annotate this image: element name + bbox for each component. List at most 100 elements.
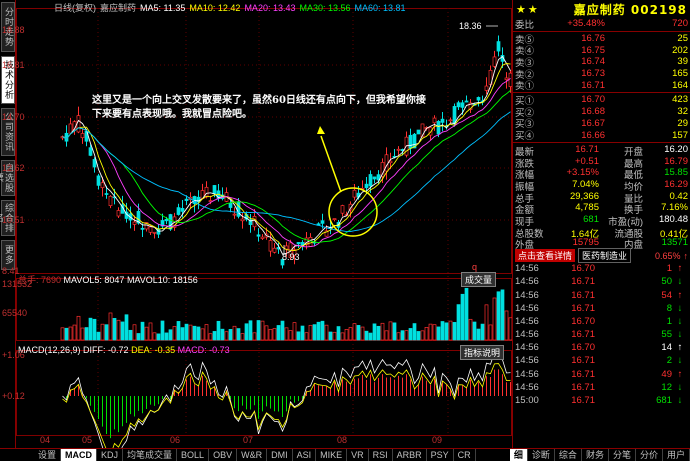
- volume-bar: [436, 326, 441, 341]
- star-icon[interactable]: ★: [516, 3, 526, 16]
- kline-chart[interactable]: 日线(复权) 嘉应制药 MA5: 11.35 MA10: 12.42 MA20: 13.…: [2, 0, 512, 448]
- candle-body: [464, 100, 469, 103]
- indicator-tab[interactable]: PSY: [427, 449, 454, 461]
- candle-body: [104, 193, 109, 195]
- stat-value: 0.42: [669, 190, 689, 202]
- news-bar: 点击查看详情 医药制造业 0.65% ↑: [513, 248, 690, 264]
- row-qty: 202: [672, 44, 688, 56]
- volume-bar: [464, 287, 469, 341]
- price-tick: 8.41: [2, 266, 20, 276]
- volume-bar: [332, 331, 337, 341]
- volume-bar: [408, 328, 413, 341]
- panel-tab[interactable]: 分笔: [609, 449, 636, 461]
- indicator-tabbar: 设置 MACD KDJ 均笔成交量 BOLL OBV W&R DMI ASI MIKE VR RSI A…: [0, 448, 690, 461]
- stat-label: 总股数: [515, 228, 544, 240]
- indicator-help-button[interactable]: 指标说明: [460, 345, 505, 360]
- annotation-text: 这里又是一个向上交叉发散要来了，虽然60日线还有点向下，但我希望你接下来要有点表…: [92, 95, 426, 120]
- tick-time: 15:00: [515, 395, 539, 407]
- stat-value: +3.15%: [566, 167, 600, 179]
- price-tick: 18.88: [2, 25, 25, 35]
- tick-price: 16.70: [571, 315, 595, 327]
- stock-label: 嘉应制药: [100, 3, 137, 13]
- order-book: 委比 +35.48% 720 卖⑤ 16.76 25 卖④ 16.75 202 卖③ 16.74 39…: [513, 18, 690, 407]
- volume-bar: [296, 331, 301, 341]
- volume-bar: [292, 322, 297, 341]
- indicator-tab[interactable]: CR: [454, 449, 476, 461]
- row-price: +35.48%: [567, 18, 605, 30]
- candle-body: [372, 176, 377, 180]
- candle-body: [496, 41, 501, 52]
- candle-body: [108, 195, 113, 206]
- low-price-label: 8.93: [282, 252, 300, 262]
- date-tick: 07: [243, 435, 254, 445]
- ma-header: 日线(复权) 嘉应制药 MA5: 11.35 MA10: 12.42 MA20: 13.…: [54, 1, 410, 14]
- candle-body: [476, 97, 481, 101]
- candle-body: [232, 213, 237, 216]
- indicator-tab[interactable]: DMI: [267, 449, 293, 461]
- panel-tab[interactable]: 分价: [636, 449, 663, 461]
- settings-tab[interactable]: 设置: [34, 449, 62, 461]
- panel-tab[interactable]: 财务: [582, 449, 609, 461]
- volume-bar: [104, 324, 109, 341]
- volume-bar: [100, 323, 105, 341]
- star-icon[interactable]: ★: [528, 3, 538, 16]
- tick-direction-icon: ↓: [677, 395, 683, 407]
- stock-title: ★ ★ 嘉应制药 002198: [513, 0, 690, 18]
- volume-bar: [240, 333, 245, 341]
- candle-body: [228, 202, 233, 208]
- indicator-tab[interactable]: 均笔成交量: [123, 449, 178, 461]
- news-detail-button[interactable]: 点击查看详情: [515, 249, 576, 263]
- indicator-tab[interactable]: MIKE: [316, 449, 348, 461]
- indicator-tab[interactable]: ARBR: [393, 449, 427, 461]
- panel-tab[interactable]: 综合: [555, 449, 582, 461]
- high-price-label: 18.36: [459, 21, 482, 31]
- panel-frame: [16, 8, 512, 274]
- candle-body: [212, 185, 217, 194]
- panel-tab[interactable]: 用户: [663, 449, 690, 461]
- tick-volume: 49: [661, 368, 672, 380]
- tick-time: 14:56: [515, 315, 539, 327]
- tick-volume: 1: [666, 263, 672, 275]
- tick-price: 16.71: [571, 302, 595, 314]
- candle-body: [256, 234, 261, 237]
- indicator-tab[interactable]: OBV: [209, 449, 238, 461]
- indicator-tab[interactable]: BOLL: [177, 449, 210, 461]
- stat-value: 29,366: [569, 190, 599, 202]
- candle-body: [96, 175, 101, 186]
- volume-bar: [328, 331, 333, 341]
- webi-row: 委比 +35.48% 720: [513, 18, 690, 31]
- candle-body: [176, 207, 181, 215]
- indicator-tab[interactable]: VR: [347, 449, 369, 461]
- indicator-tab[interactable]: MACD: [61, 449, 98, 461]
- indicator-tab[interactable]: ASI: [293, 449, 317, 461]
- tick-volume: 12: [661, 381, 672, 393]
- industry-button[interactable]: 医药制造业: [578, 248, 632, 264]
- arrow-head: [317, 126, 325, 134]
- volume-bar: [80, 327, 85, 341]
- candle-body: [240, 218, 245, 222]
- tick-direction-icon: ↑: [677, 368, 683, 380]
- macd-header: MACD(12,26,9) DIFF: -0.72 DEA: -0.35 MAC…: [18, 345, 230, 355]
- ma-value-2: MA20: 13.43: [244, 3, 296, 13]
- stat-value: 7.16%: [661, 202, 688, 214]
- price-tick: 16.81: [2, 60, 25, 70]
- tick-price: 16.70: [571, 263, 595, 275]
- volume-bar: [368, 332, 373, 341]
- indicator-tab[interactable]: RSI: [369, 449, 393, 461]
- price-tick: 14.70: [2, 112, 25, 122]
- volume-button[interactable]: 成交量: [461, 272, 497, 287]
- volume-bar: [152, 332, 157, 341]
- panel-tab[interactable]: 细: [509, 449, 528, 461]
- candle-body: [140, 227, 145, 230]
- indicator-tab[interactable]: KDJ: [97, 449, 124, 461]
- tick-time: 14:56: [515, 329, 539, 341]
- quote-panel: ★ ★ 嘉应制药 002198 委比 +35.48% 720 卖⑤ 16.76 25 卖④ 16.…: [512, 0, 690, 448]
- volume-bar: [444, 322, 449, 341]
- panel-tab[interactable]: 诊断: [528, 449, 555, 461]
- indicator-tab[interactable]: W&R: [237, 449, 268, 461]
- volume-bar: [136, 333, 141, 341]
- volume-bar: [400, 330, 405, 341]
- panel-frame: [16, 350, 512, 436]
- stat-value: 4,785: [575, 202, 599, 214]
